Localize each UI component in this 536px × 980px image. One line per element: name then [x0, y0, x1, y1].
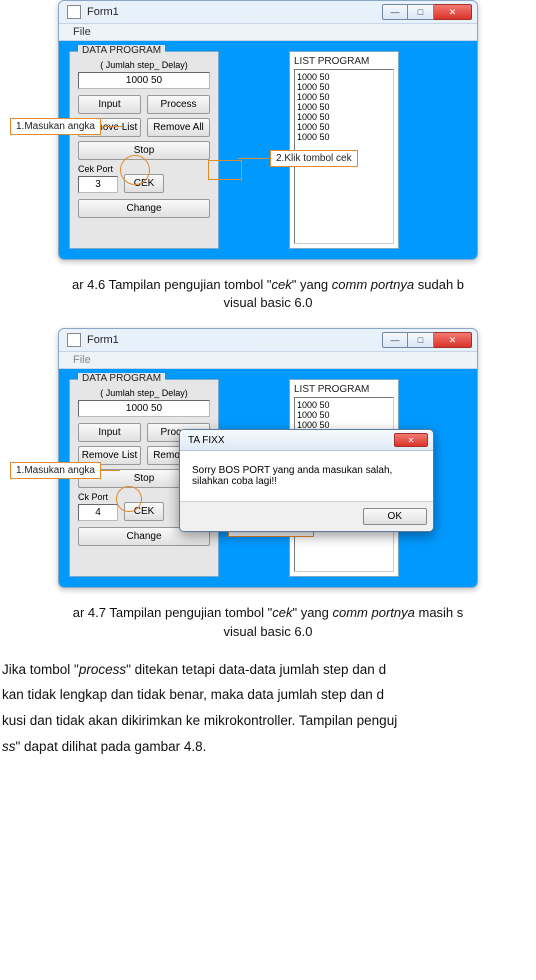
maximize-button[interactable]: □ — [408, 4, 434, 20]
callout-1-fig47: 1.Masukan angka — [10, 462, 101, 479]
cek-button[interactable]: CEK — [124, 174, 164, 193]
figure-4-6-caption: ar 4.6 Tampilan pengujian tombol "cek" y… — [4, 276, 532, 312]
remove-all-button[interactable]: Remove All — [147, 118, 210, 137]
step-delay-input[interactable]: 1000 50 — [78, 400, 210, 417]
input-button[interactable]: Input — [78, 95, 141, 114]
list-item: 1000 50 — [297, 112, 391, 122]
port-label: Cek Port — [78, 164, 118, 174]
figure-4-7-caption: ar 4.7 Tampilan pengujian tombol "cek" y… — [4, 604, 532, 640]
minimize-button[interactable]: — — [382, 332, 408, 348]
change-button[interactable]: Change — [78, 199, 210, 218]
maximize-button[interactable]: □ — [408, 332, 434, 348]
callout-2-fig46: 2.Klik tombol cek — [270, 150, 358, 167]
window-title: Form1 — [87, 334, 119, 346]
data-program-legend: DATA PROGRAM — [78, 373, 165, 384]
body-paragraph: Jika tombol "process" ditekan tetapi dat… — [0, 657, 536, 760]
list-item: 1000 50 — [297, 410, 391, 420]
list-item: 1000 50 — [297, 400, 391, 410]
client-area: DATA PROGRAM ( Jumlah step_ Delay) 1000 … — [59, 41, 477, 259]
port-input[interactable]: 3 — [78, 176, 118, 193]
app-icon — [67, 5, 81, 19]
list-item: 1000 50 — [297, 102, 391, 112]
list-item: 1000 50 — [297, 122, 391, 132]
list-program-legend: LIST PROGRAM — [294, 56, 394, 67]
port-input[interactable]: 4 — [78, 504, 118, 521]
error-dialog: TA FIXX ✕ Sorry BOS PORT yang anda masuk… — [179, 429, 434, 532]
list-item: 1000 50 — [297, 72, 391, 82]
close-button[interactable]: ✕ — [434, 4, 472, 20]
dialog-ok-button[interactable]: OK — [363, 508, 427, 525]
dialog-close-button[interactable]: ✕ — [394, 433, 428, 447]
figure-4-6: 1.Masukan angka 2.Klik tombol cek Form1 … — [0, 0, 536, 268]
list-item: 1000 50 — [297, 132, 391, 142]
menu-file[interactable]: File — [67, 25, 97, 39]
step-delay-input[interactable]: 1000 50 — [78, 72, 210, 89]
cek-button[interactable]: CEK — [124, 502, 164, 521]
close-button[interactable]: ✕ — [434, 332, 472, 348]
list-program-legend: LIST PROGRAM — [294, 384, 394, 395]
app-icon — [67, 333, 81, 347]
port-label: Ck Port — [78, 492, 118, 502]
sublabel: ( Jumlah step_ Delay) — [78, 60, 210, 70]
menu-file[interactable]: File — [67, 353, 97, 367]
menubar: File — [59, 351, 477, 369]
dialog-title: TA FIXX — [188, 435, 225, 446]
process-button[interactable]: Process — [147, 95, 210, 114]
data-program-legend: DATA PROGRAM — [78, 45, 165, 56]
callout-1-fig46: 1.Masukan angka — [10, 118, 101, 135]
list-item: 1000 50 — [297, 92, 391, 102]
input-button[interactable]: Input — [78, 423, 141, 442]
titlebar: Form1 — □ ✕ — [59, 329, 477, 351]
client-area: DATA PROGRAM ( Jumlah step_ Delay) 1000 … — [59, 369, 477, 587]
titlebar: Form1 — □ ✕ — [59, 1, 477, 23]
list-item: 1000 50 — [297, 82, 391, 92]
app-window-fig46: Form1 — □ ✕ File DATA PROGRAM ( Jumlah s… — [58, 0, 478, 260]
data-program-group: DATA PROGRAM ( Jumlah step_ Delay) 1000 … — [69, 51, 219, 249]
window-controls: — □ ✕ — [382, 4, 472, 20]
figure-4-7: 1.Masukan angka 2.klik tombol cek Form1 … — [0, 328, 536, 596]
stop-button[interactable]: Stop — [78, 141, 210, 160]
dialog-message: Sorry BOS PORT yang anda masukan salah, … — [180, 451, 433, 501]
menubar: File — [59, 23, 477, 41]
window-title: Form1 — [87, 6, 119, 18]
minimize-button[interactable]: — — [382, 4, 408, 20]
sublabel: ( Jumlah step_ Delay) — [78, 388, 210, 398]
app-window-fig47: Form1 — □ ✕ File DATA PROGRAM ( Jumlah s… — [58, 328, 478, 588]
window-controls: — □ ✕ — [382, 332, 472, 348]
